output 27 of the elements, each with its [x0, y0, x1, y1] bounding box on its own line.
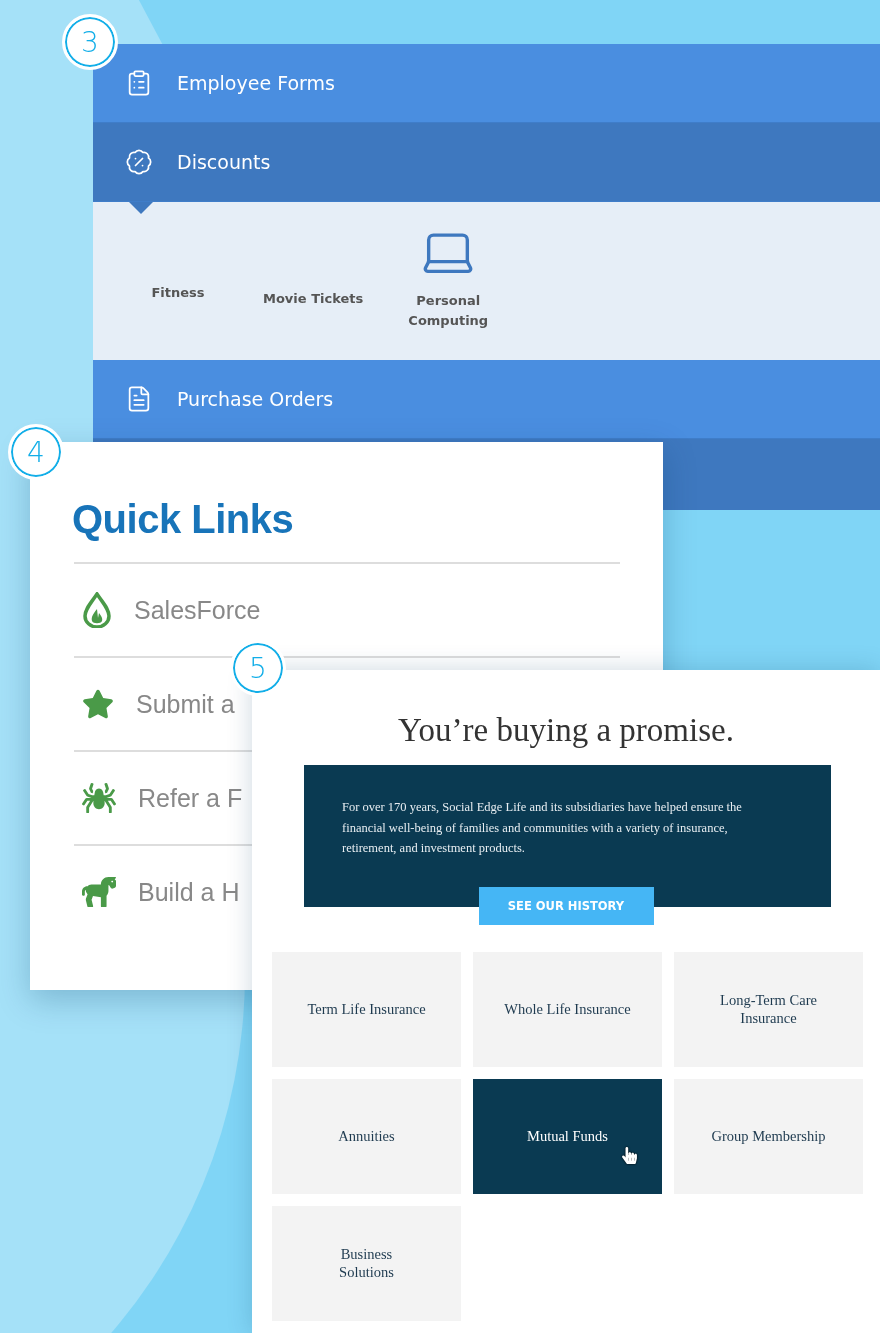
product-tile[interactable]: Group Membership — [674, 1078, 863, 1194]
percent-badge-icon — [125, 148, 153, 176]
quick-link[interactable]: Refer a F — [138, 783, 243, 813]
product-tile[interactable]: Business Solutions — [272, 1205, 461, 1321]
discount-option[interactable]: Personal Computing — [408, 291, 489, 330]
accordion-label: Purchase Orders — [177, 388, 334, 410]
hand-cursor-icon — [621, 1146, 638, 1164]
star-icon — [82, 688, 114, 720]
history-paragraph: For over 170 years, Social Edge Life and its subsidiaries have helped ensure the financial well-being of families and communities with a variety of insurance, retirement, and investment products. — [342, 799, 743, 858]
accordion-label: Employee Forms — [177, 72, 335, 94]
horse-icon — [82, 875, 116, 909]
product-tile[interactable]: Mutual Funds — [473, 1078, 662, 1194]
spider-icon — [82, 781, 116, 815]
product-tile[interactable]: Long-Term Care Insurance — [674, 951, 863, 1067]
accordion-label: Discounts — [177, 151, 271, 173]
product-tile[interactable]: Term Life Insurance — [272, 951, 461, 1067]
quick-links-title: Quick Links — [72, 497, 295, 542]
quick-link[interactable]: SalesForce — [134, 595, 261, 625]
promise-heading: You’re buying a promise. — [398, 712, 734, 749]
quick-link[interactable]: Build a H — [138, 877, 240, 907]
accordion-row[interactable]: Purchase Orders — [93, 360, 880, 439]
discount-option[interactable]: Movie Tickets — [263, 288, 364, 308]
product-tile[interactable]: Annuities — [272, 1078, 461, 1194]
product-tile[interactable]: Whole Life Insurance — [473, 951, 662, 1067]
flame-drop-icon — [82, 592, 112, 628]
pointer-triangle — [129, 202, 153, 214]
discount-option[interactable]: Fitness — [151, 282, 205, 302]
